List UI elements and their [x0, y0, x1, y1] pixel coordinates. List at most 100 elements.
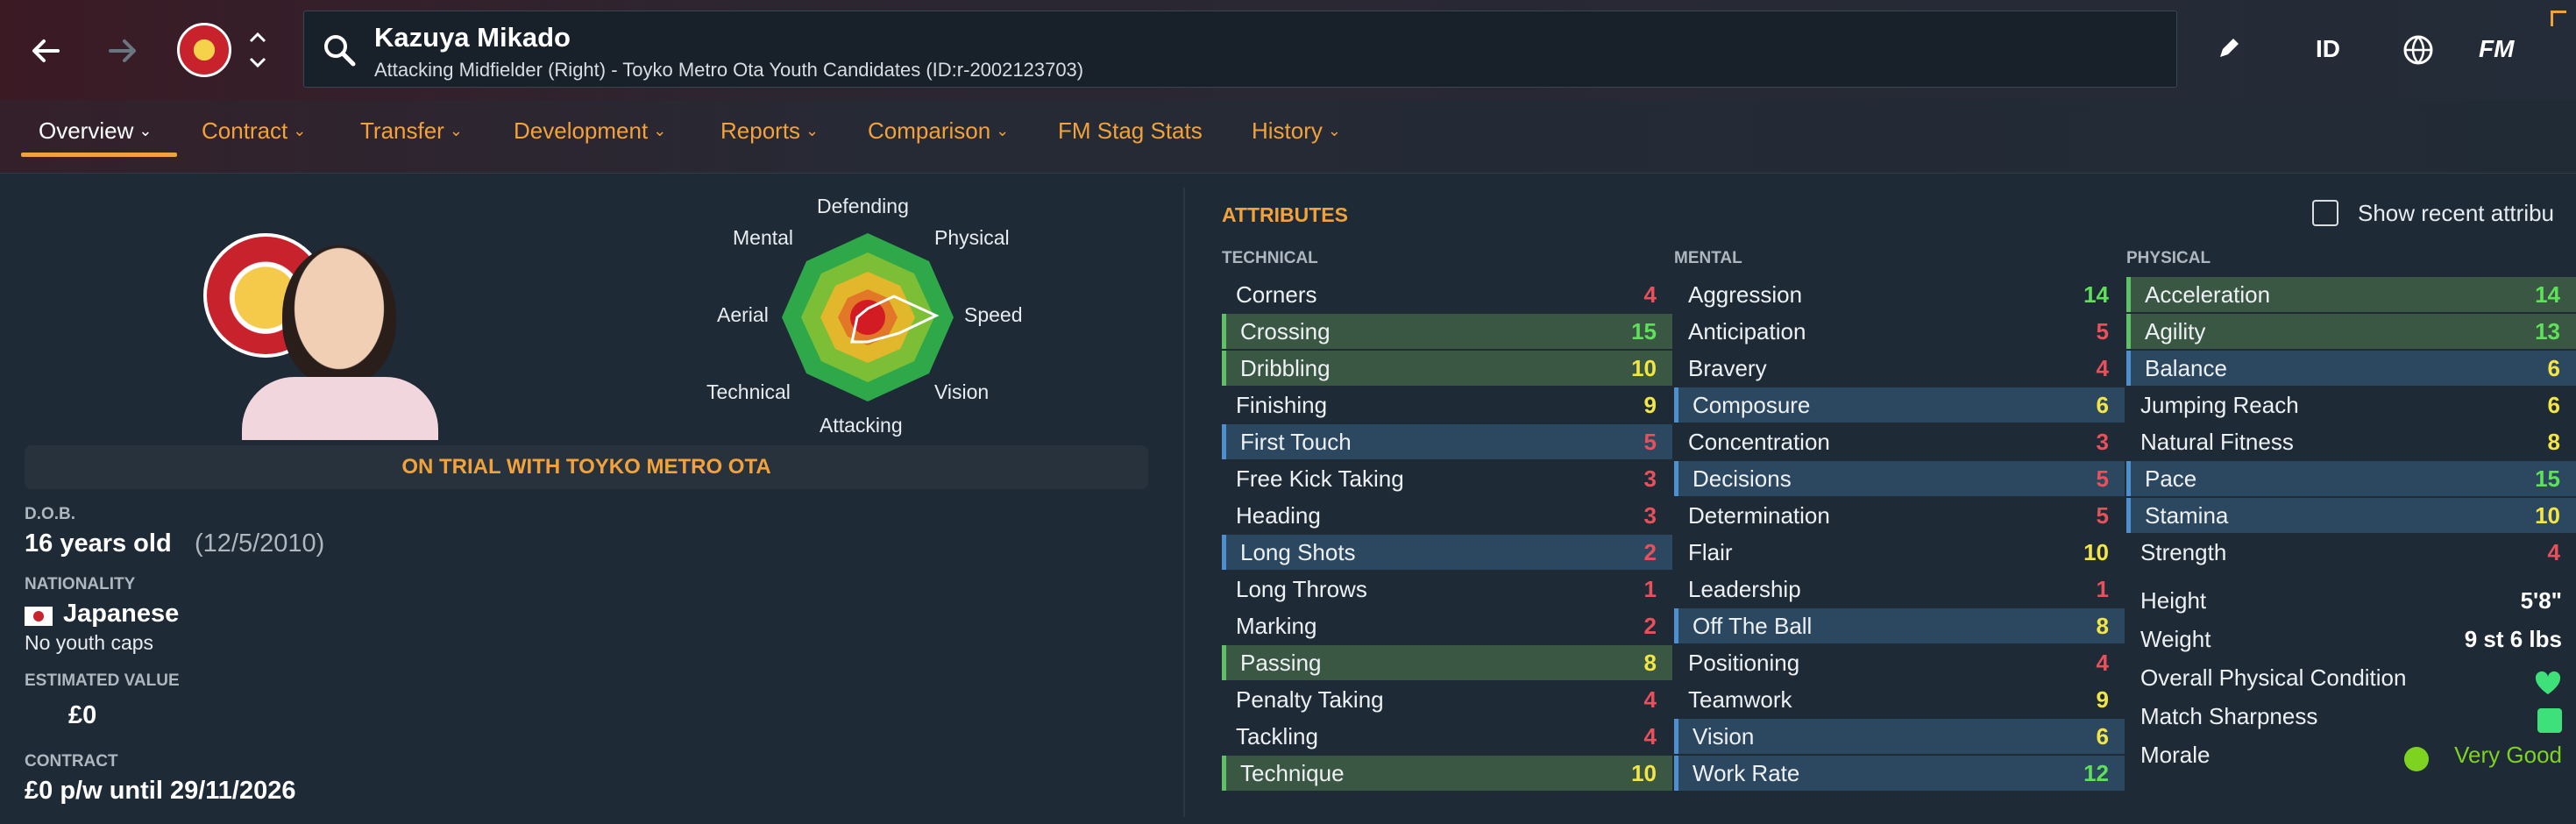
attribute-row-finishing[interactable]: Finishing 9: [1222, 387, 1672, 423]
attribute-row-decisions[interactable]: Decisions 5: [1674, 461, 2125, 496]
attribute-radar-chart: [782, 233, 954, 401]
attribute-name: Technique: [1240, 759, 1345, 786]
attribute-value: 4: [1643, 722, 1657, 749]
attribute-row-composure[interactable]: Composure 6: [1674, 387, 2125, 423]
attribute-row-off-the-ball[interactable]: Off The Ball 8: [1674, 608, 2125, 643]
attribute-row-flair[interactable]: Flair 10: [1674, 535, 2125, 570]
attribute-value: 4: [1643, 281, 1657, 308]
attribute-name: Flair: [1688, 538, 1733, 565]
attribute-row-technique[interactable]: Technique 10: [1222, 756, 1672, 791]
back-button[interactable]: [25, 30, 67, 72]
attribute-row-heading[interactable]: Heading 3: [1222, 498, 1672, 533]
attribute-value: 4: [2547, 538, 2560, 565]
attribute-row-first-touch[interactable]: First Touch 5: [1222, 424, 1672, 459]
player-shirt: [242, 377, 438, 440]
player-photo: [282, 245, 396, 386]
player-search-box[interactable]: Kazuya Mikado Attacking Midfielder (Righ…: [303, 11, 2177, 88]
attribute-row-work-rate[interactable]: Work Rate 12: [1674, 756, 2125, 791]
attribute-row-long-shots[interactable]: Long Shots 2: [1222, 535, 1672, 570]
attribute-name: Agility: [2145, 317, 2206, 345]
chevron-up-icon[interactable]: [245, 26, 270, 49]
attribute-row-leadership[interactable]: Leadership 1: [1674, 572, 2125, 607]
globe-icon[interactable]: [2398, 30, 2438, 70]
dob-label: D.O.B.: [25, 505, 76, 523]
attribute-row-jumping-reach[interactable]: Jumping Reach 6: [2126, 387, 2576, 423]
show-recent-checkbox[interactable]: [2312, 200, 2338, 226]
match-sharpness-row: Match Sharpness: [2125, 703, 2576, 738]
attribute-row-aggression[interactable]: Aggression 14: [1674, 277, 2125, 312]
attribute-row-passing[interactable]: Passing 8: [1222, 645, 1672, 680]
attribute-row-marking[interactable]: Marking 2: [1222, 608, 1672, 643]
fm-button[interactable]: FM: [2479, 35, 2514, 63]
attribute-row-anticipation[interactable]: Anticipation 5: [1674, 314, 2125, 349]
attribute-row-teamwork[interactable]: Teamwork 9: [1674, 682, 2125, 717]
morale-row: Morale Very Good: [2125, 742, 2576, 777]
attribute-row-agility[interactable]: Agility 13: [2126, 314, 2576, 349]
attribute-value: 2: [1643, 612, 1657, 639]
tab-history[interactable]: History ⌄: [1252, 117, 1341, 145]
attribute-row-determination[interactable]: Determination 5: [1674, 498, 2125, 533]
attribute-row-vision[interactable]: Vision 6: [1674, 719, 2125, 754]
tab-development[interactable]: Development ⌄: [514, 117, 666, 145]
attribute-row-strength[interactable]: Strength 4: [2126, 535, 2576, 570]
attribute-row-crossing[interactable]: Crossing 15: [1222, 314, 1672, 349]
attribute-row-natural-fitness[interactable]: Natural Fitness 8: [2126, 424, 2576, 459]
attribute-name: Anticipation: [1688, 317, 1806, 345]
attribute-value: 5: [1643, 428, 1657, 455]
forward-button[interactable]: [102, 30, 144, 72]
attribute-row-positioning[interactable]: Positioning 4: [1674, 645, 2125, 680]
radar-label-vision: Vision: [934, 380, 990, 403]
attribute-row-acceleration[interactable]: Acceleration 14: [2126, 277, 2576, 312]
attribute-row-penalty-taking[interactable]: Penalty Taking 4: [1222, 682, 1672, 717]
dob-value: (12/5/2010): [195, 529, 325, 558]
radar-label-defending: Defending: [817, 195, 909, 217]
attribute-value: 4: [2096, 354, 2109, 381]
attribute-value: 2: [1643, 538, 1657, 565]
show-recent-label[interactable]: Show recent attribu: [2358, 200, 2554, 227]
tab-contract[interactable]: Contract ⌄: [202, 117, 306, 145]
attribute-value: 10: [2083, 538, 2109, 565]
tab-transfer[interactable]: Transfer ⌄: [360, 117, 463, 145]
tab-reports[interactable]: Reports ⌄: [720, 117, 819, 145]
attribute-row-balance[interactable]: Balance 6: [2126, 351, 2576, 386]
attribute-row-pace[interactable]: Pace 15: [2126, 461, 2576, 496]
attribute-name: Composure: [1692, 391, 1811, 418]
attribute-name: Stamina: [2145, 501, 2229, 529]
attribute-value: 15: [2535, 465, 2560, 492]
attribute-value: 14: [2083, 281, 2109, 308]
attribute-row-dribbling[interactable]: Dribbling 10: [1222, 351, 1672, 386]
attribute-row-long-throws[interactable]: Long Throws 1: [1222, 572, 1672, 607]
corner-bracket-icon: [2551, 11, 2566, 26]
attribute-name: Penalty Taking: [1236, 685, 1384, 713]
attribute-row-tackling[interactable]: Tackling 4: [1222, 719, 1672, 754]
tab-comparison[interactable]: Comparison ⌄: [868, 117, 1009, 145]
id-button[interactable]: ID: [2316, 35, 2340, 63]
pencil-icon: [2220, 39, 2239, 57]
attribute-value: 9: [1643, 391, 1657, 418]
tab-fm-stag-stats[interactable]: FM Stag Stats: [1058, 117, 1203, 145]
attribute-row-stamina[interactable]: Stamina 10: [2126, 498, 2576, 533]
attribute-name: Marking: [1236, 612, 1317, 639]
physical-heading: PHYSICAL: [2126, 249, 2211, 267]
attribute-name: Teamwork: [1688, 685, 1792, 713]
attribute-name: Tackling: [1236, 722, 1318, 749]
attribute-value: 10: [1631, 759, 1657, 786]
tab-overview[interactable]: Overview ⌄: [39, 117, 152, 145]
attribute-value: 6: [2547, 354, 2560, 381]
attribute-name: Aggression: [1688, 281, 1803, 308]
attribute-name: Vision: [1692, 722, 1755, 749]
radar-label-attacking: Attacking: [820, 414, 903, 437]
attribute-value: 10: [2535, 501, 2560, 529]
attribute-value: 4: [2096, 649, 2109, 676]
attribute-row-bravery[interactable]: Bravery 4: [1674, 351, 2125, 386]
club-crest-icon[interactable]: [177, 23, 231, 77]
attribute-row-concentration[interactable]: Concentration 3: [1674, 424, 2125, 459]
attribute-row-corners[interactable]: Corners 4: [1222, 277, 1672, 312]
edit-button[interactable]: [2209, 30, 2247, 68]
trial-status-banner: ON TRIAL WITH TOYKO METRO OTA: [25, 445, 1148, 489]
attribute-name: First Touch: [1240, 428, 1352, 455]
attribute-value: 3: [2096, 428, 2109, 455]
chevron-down-icon[interactable]: [245, 51, 270, 74]
attribute-row-free-kick-taking[interactable]: Free Kick Taking 3: [1222, 461, 1672, 496]
nationality-value[interactable]: Japanese: [63, 600, 179, 629]
